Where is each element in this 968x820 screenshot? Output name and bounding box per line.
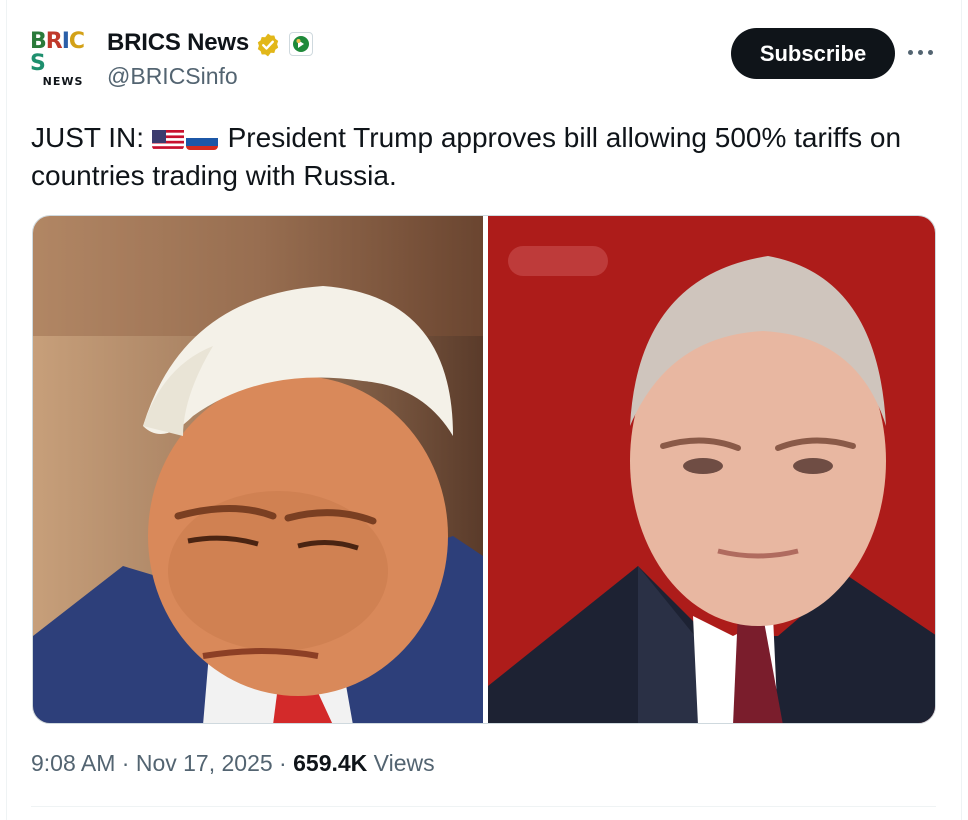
account-handle[interactable]: @BRICSinfo bbox=[107, 63, 238, 90]
tweet-text: JUST IN: President Trump approves bill a… bbox=[31, 119, 931, 195]
meta-separator: · bbox=[272, 750, 294, 776]
views-label: Views bbox=[367, 750, 435, 776]
tweet-meta: 9:08 AM · Nov 17, 2025 · 659.4K Views bbox=[31, 750, 435, 777]
tweet-prefix: JUST IN: bbox=[31, 122, 152, 153]
more-horizontal-icon[interactable] bbox=[908, 50, 934, 58]
media-grid[interactable] bbox=[32, 215, 936, 724]
tweet-date[interactable]: Nov 17, 2025 bbox=[136, 750, 273, 776]
views-count: 659.4K bbox=[293, 750, 368, 776]
card-border-right bbox=[961, 0, 962, 820]
subscribe-button[interactable]: Subscribe bbox=[731, 28, 895, 79]
avatar[interactable]: BRICS NEWS bbox=[30, 31, 96, 89]
tweet-time[interactable]: 9:08 AM bbox=[31, 750, 115, 776]
us-flag-icon bbox=[151, 126, 184, 150]
display-name[interactable]: BRICS News bbox=[107, 29, 249, 57]
affiliate-badge-icon[interactable] bbox=[289, 32, 313, 56]
meta-separator: · bbox=[115, 750, 136, 776]
photo-left[interactable] bbox=[33, 216, 483, 724]
russia-flag-icon bbox=[185, 126, 218, 150]
photo-right[interactable] bbox=[488, 216, 936, 724]
avatar-logo-text: BRICS bbox=[30, 29, 85, 76]
verified-badge-icon[interactable] bbox=[255, 32, 281, 58]
avatar-logo-subtext: NEWS bbox=[42, 75, 84, 88]
divider bbox=[31, 806, 936, 807]
card-border-left bbox=[6, 0, 7, 820]
